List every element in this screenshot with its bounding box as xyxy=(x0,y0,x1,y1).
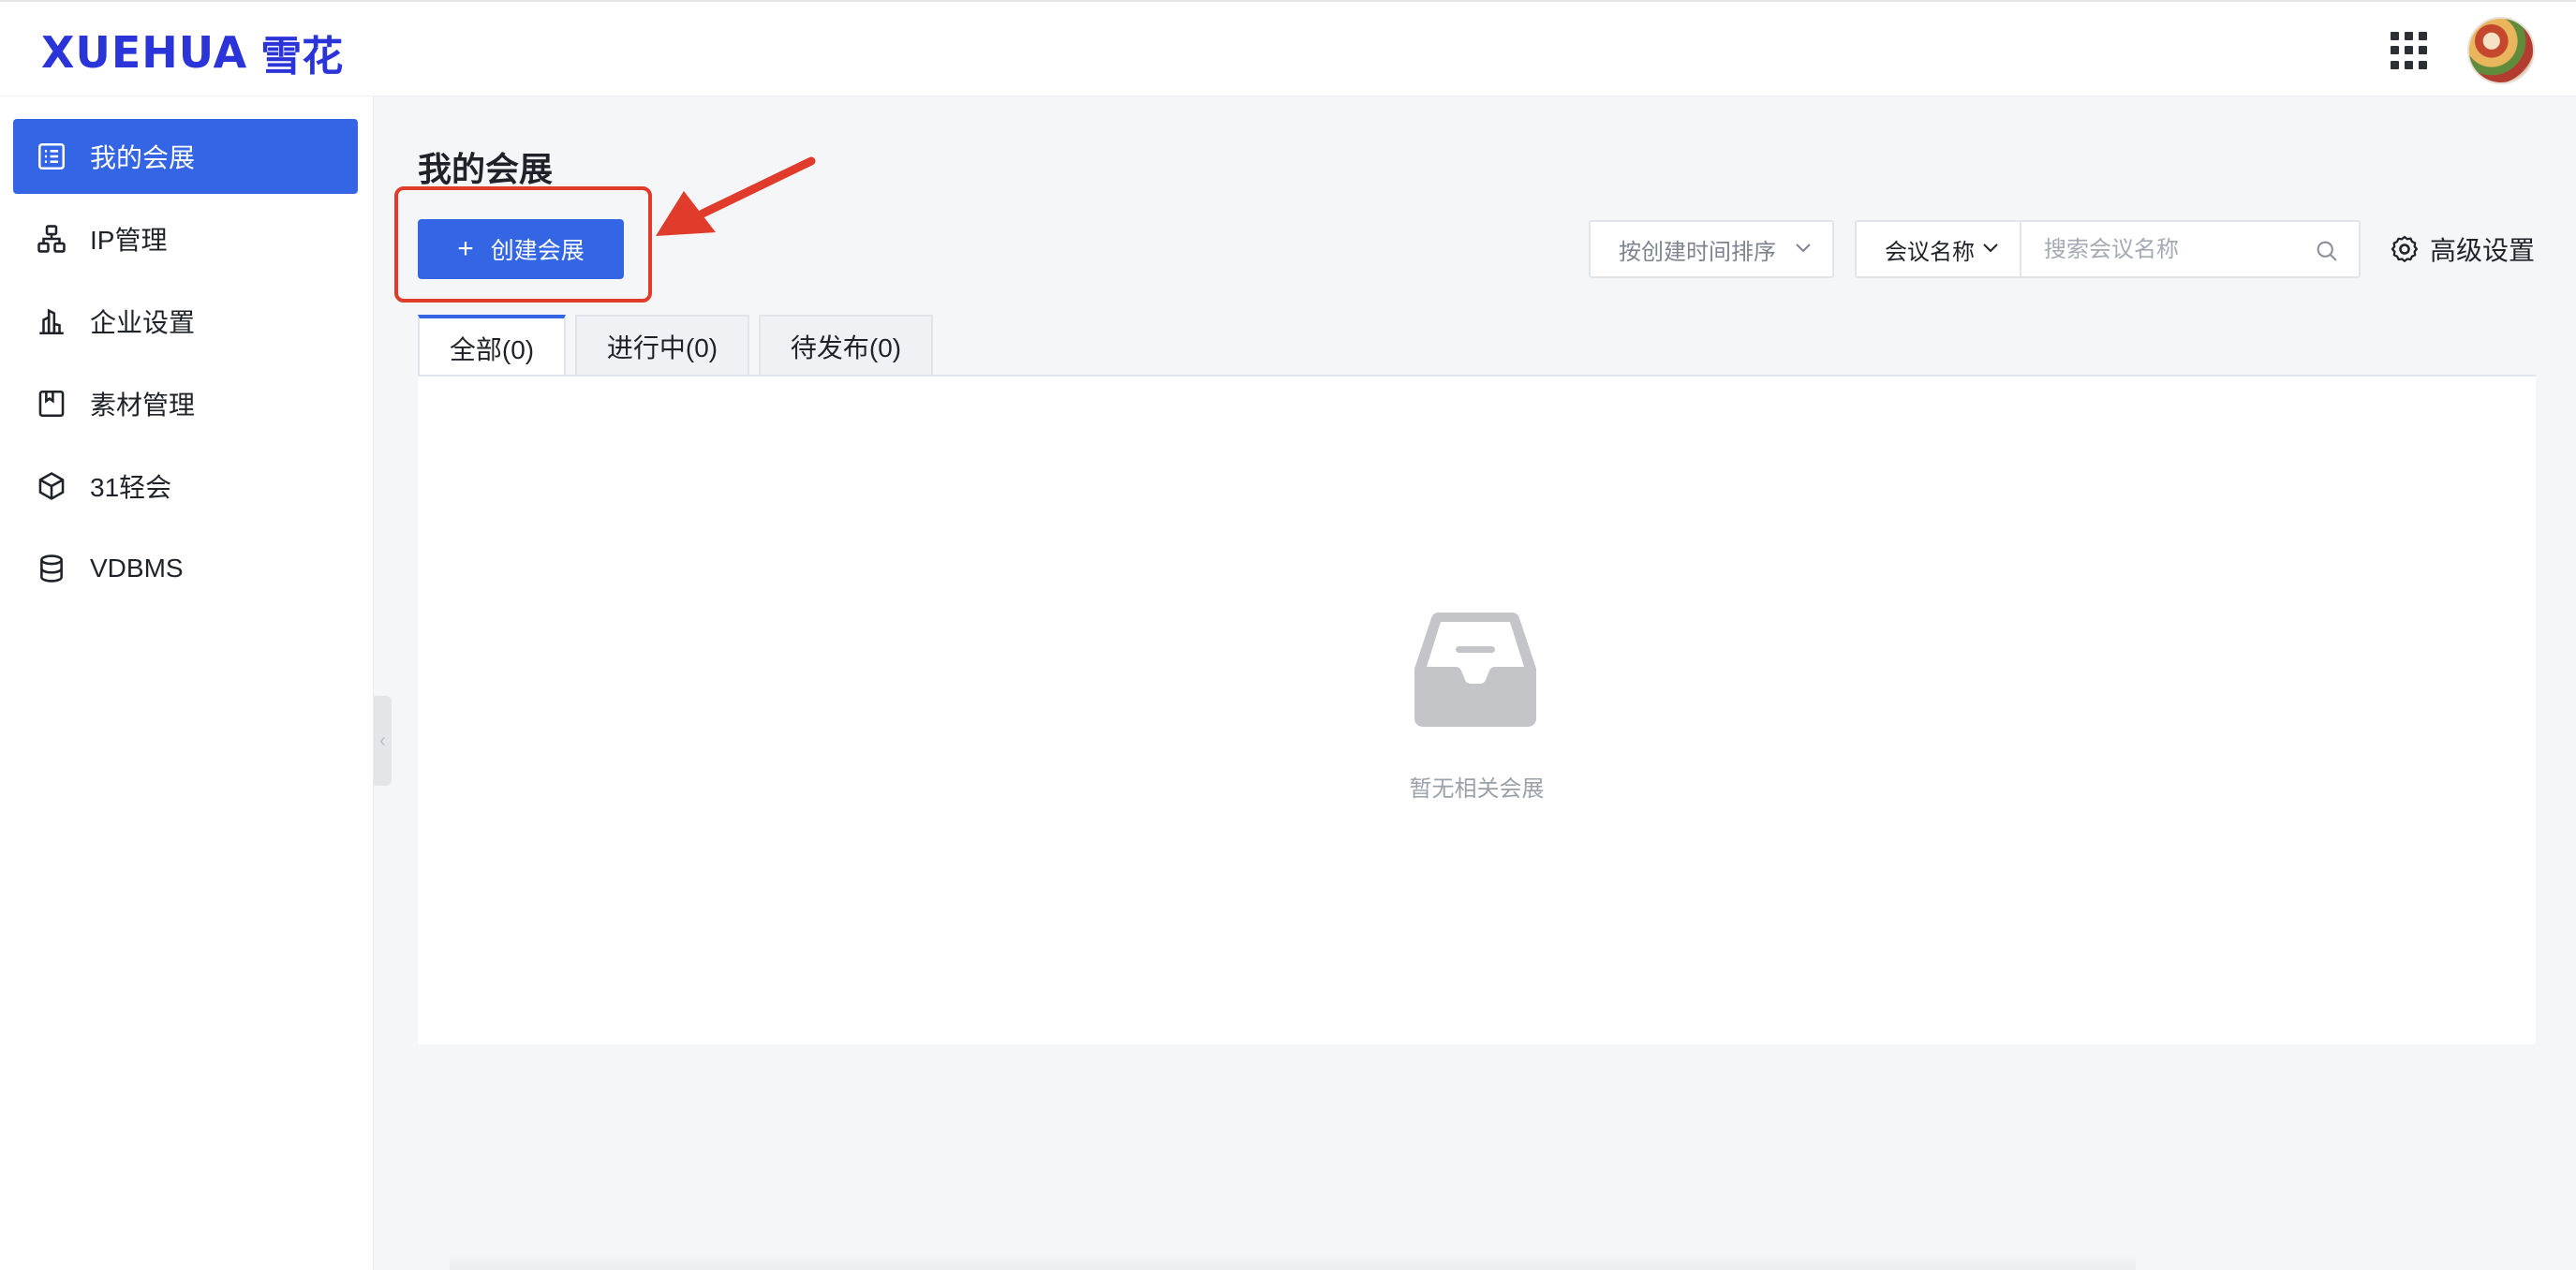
hierarchy-icon xyxy=(36,223,67,255)
sort-select-value: 按创建时间排序 xyxy=(1619,239,1776,265)
tab-label: 进行中(0) xyxy=(606,333,718,362)
gear-icon xyxy=(2391,235,2419,262)
sidebar-item-ip-management[interactable]: IP管理 xyxy=(13,201,358,276)
sidebar-item-my-exhibitions[interactable]: 我的会展 xyxy=(13,119,358,194)
sidebar-item-label: 31轻会 xyxy=(90,473,172,502)
annotation-arrow xyxy=(656,156,816,236)
sidebar-item-label: 我的会展 xyxy=(90,143,196,172)
building-icon xyxy=(36,305,67,337)
sidebar-item-label: 企业设置 xyxy=(90,308,196,337)
sort-select[interactable]: 按创建时间排序 xyxy=(1589,220,1834,278)
create-button-label: 创建会展 xyxy=(490,238,585,264)
grid-icon[interactable] xyxy=(2391,32,2428,69)
database-icon xyxy=(36,553,67,584)
bookmark-box-icon xyxy=(36,388,67,420)
tab-all[interactable]: 全部(0) xyxy=(418,315,566,378)
sidebar-item-enterprise-settings[interactable]: 企业设置 xyxy=(13,284,358,359)
brand-latin: XUEHUA xyxy=(41,27,248,78)
user-avatar[interactable] xyxy=(2467,17,2535,84)
tab-label: 待发布(0) xyxy=(790,333,902,362)
sidebar-collapse-handle[interactable]: ‹ xyxy=(374,696,392,786)
sidebar-item-material-management[interactable]: 素材管理 xyxy=(13,366,358,441)
sidebar-item-label: IP管理 xyxy=(90,226,168,255)
chevron-down-icon xyxy=(1983,244,1998,253)
exhibition-list-panel: 暂无相关会展 xyxy=(418,375,2536,1044)
chevron-left-icon: ‹ xyxy=(379,730,386,751)
sidebar: 我的会展 IP管理 企业设置 素材管理 31轻会 VDBMS xyxy=(0,96,374,1270)
search-input[interactable] xyxy=(2044,231,2306,269)
tab-label: 全部(0) xyxy=(449,335,535,364)
tab-in-progress[interactable]: 进行中(0) xyxy=(575,315,749,377)
field-select-value: 会议名称 xyxy=(1885,239,1975,265)
advanced-settings-button[interactable]: 高级设置 xyxy=(2389,229,2535,270)
bottom-shadow xyxy=(450,1253,2136,1270)
advanced-settings-label: 高级设置 xyxy=(2430,236,2536,265)
create-exhibition-button[interactable]: + 创建会展 xyxy=(418,219,624,279)
search-box xyxy=(2021,220,2361,278)
empty-state-text: 暂无相关会展 xyxy=(1409,776,1545,802)
sidebar-item-label: VDBMS xyxy=(90,554,184,583)
brand-cn: 雪花 xyxy=(260,33,344,81)
page-title: 我的会展 xyxy=(418,150,554,188)
sidebar-item-vdbms[interactable]: VDBMS xyxy=(13,531,358,606)
search-field-select[interactable]: 会议名称 xyxy=(1855,220,2021,278)
plus-icon: + xyxy=(457,233,474,264)
sidebar-item-31-light-meeting[interactable]: 31轻会 xyxy=(13,449,358,524)
cube-icon xyxy=(36,470,67,502)
chevron-down-icon xyxy=(1796,244,1811,253)
sidebar-item-label: 素材管理 xyxy=(90,391,196,420)
top-bar: XUEHUA 雪花 xyxy=(0,0,2576,96)
tab-pending-publish[interactable]: 待发布(0) xyxy=(759,315,933,377)
search-icon[interactable] xyxy=(2314,238,2340,264)
inbox-icon xyxy=(1414,613,1536,727)
list-icon xyxy=(36,140,67,172)
brand-logo[interactable]: XUEHUA 雪花 xyxy=(41,26,343,81)
